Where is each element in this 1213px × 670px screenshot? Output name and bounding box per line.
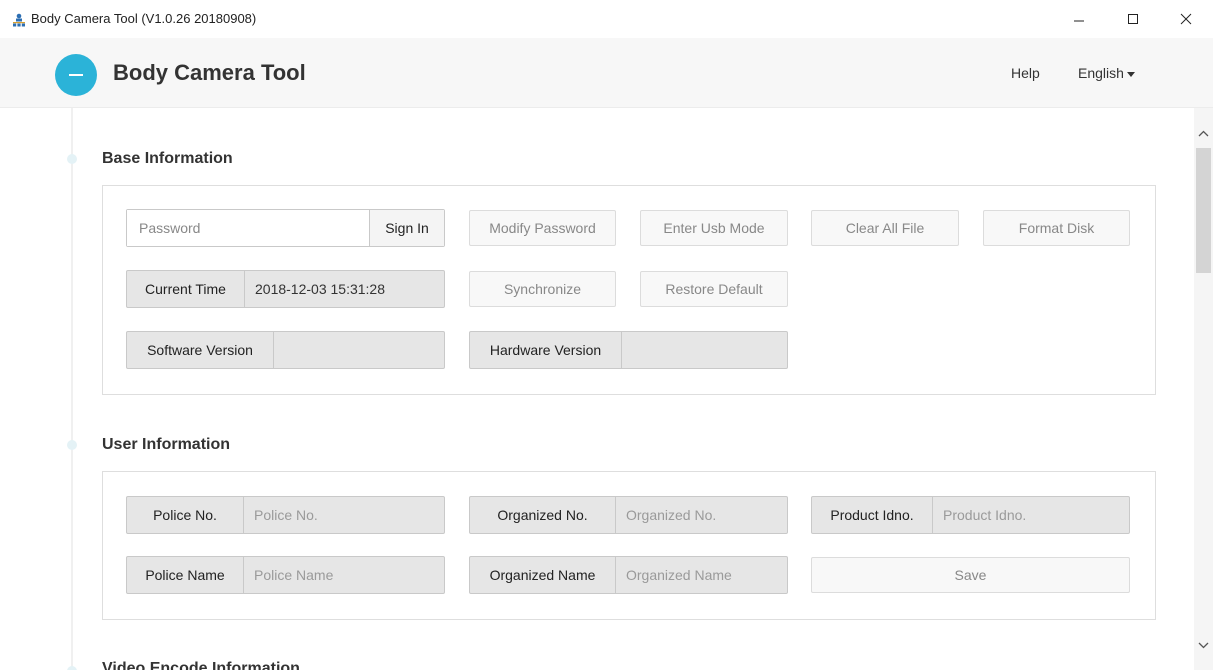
vertical-scrollbar[interactable]	[1194, 108, 1213, 670]
synchronize-button[interactable]: Synchronize	[469, 271, 616, 307]
caret-down-icon	[1126, 71, 1135, 77]
police-no-placeholder: Police No.	[254, 507, 318, 523]
hardware-version-field: Hardware Version	[469, 331, 788, 369]
organized-no-label: Organized No.	[470, 497, 616, 533]
organized-name-label: Organized Name	[470, 557, 616, 593]
chevron-up-icon	[1198, 130, 1209, 136]
software-version-label: Software Version	[127, 332, 274, 368]
sign-in-button[interactable]: Sign In	[369, 210, 444, 246]
police-name-placeholder: Police Name	[254, 567, 334, 583]
maximize-icon	[1128, 14, 1138, 24]
product-idno-input[interactable]: Product Idno.	[933, 497, 1129, 533]
hardware-version-label: Hardware Version	[470, 332, 622, 368]
timeline-dot	[67, 440, 77, 450]
police-name-label: Police Name	[127, 557, 244, 593]
software-version-field: Software Version	[126, 331, 445, 369]
scroll-down-button[interactable]	[1194, 635, 1213, 655]
help-link[interactable]: Help	[1011, 65, 1040, 81]
close-button[interactable]	[1163, 0, 1209, 38]
timeline-dot	[67, 666, 77, 670]
organized-name-placeholder: Organized Name	[626, 567, 732, 583]
police-no-input[interactable]: Police No.	[244, 497, 444, 533]
product-idno-field: Product Idno. Product Idno.	[811, 496, 1130, 534]
police-no-field: Police No. Police No.	[126, 496, 445, 534]
password-input[interactable]	[127, 210, 369, 246]
section-title-user-information: User Information	[102, 436, 231, 453]
scroll-up-button[interactable]	[1194, 123, 1213, 143]
section-title-video-encode-information: Video Encode Information	[102, 660, 300, 670]
restore-default-button[interactable]: Restore Default	[640, 271, 788, 307]
organized-name-field: Organized Name Organized Name	[469, 556, 788, 594]
current-time-value: 2018-12-03 15:31:28	[255, 281, 385, 297]
clear-all-file-button[interactable]: Clear All File	[811, 210, 959, 246]
modify-password-button[interactable]: Modify Password	[469, 210, 616, 246]
organized-no-placeholder: Organized No.	[626, 507, 717, 523]
password-group: Sign In	[126, 209, 445, 247]
close-icon	[1180, 13, 1192, 25]
people-network-icon	[13, 13, 25, 27]
main-content: Base Information Sign In Modify Password…	[0, 108, 1194, 670]
organized-no-field: Organized No. Organized No.	[469, 496, 788, 534]
section-title-base-information: Base Information	[102, 150, 233, 167]
scrollbar-thumb[interactable]	[1196, 148, 1211, 273]
hardware-version-value	[622, 332, 787, 368]
format-disk-button[interactable]: Format Disk	[983, 210, 1130, 246]
window-title-bar: Body Camera Tool (V1.0.26 20180908)	[0, 0, 1213, 38]
current-time-field: Current Time 2018-12-03 15:31:28	[126, 270, 445, 308]
current-time-label: Current Time	[127, 271, 245, 307]
base-information-panel: Sign In Modify Password Enter Usb Mode C…	[102, 185, 1156, 395]
minimize-button[interactable]	[1056, 0, 1102, 38]
chevron-down-icon	[1198, 642, 1209, 648]
language-dropdown[interactable]: English	[1078, 65, 1135, 81]
app-header: Body Camera Tool Help English	[0, 38, 1213, 108]
user-information-panel: Police No. Police No. Organized No. Orga…	[102, 471, 1156, 620]
enter-usb-mode-button[interactable]: Enter Usb Mode	[640, 210, 788, 246]
software-version-value	[274, 332, 444, 368]
organized-no-input[interactable]: Organized No.	[616, 497, 787, 533]
police-no-label: Police No.	[127, 497, 244, 533]
minimize-icon	[1074, 20, 1084, 22]
app-logo-icon	[55, 54, 97, 96]
police-name-field: Police Name Police Name	[126, 556, 445, 594]
timeline-dot	[67, 154, 77, 164]
window-title: Body Camera Tool (V1.0.26 20180908)	[31, 11, 257, 26]
maximize-button[interactable]	[1110, 0, 1156, 38]
save-button[interactable]: Save	[811, 557, 1130, 593]
app-brand-title: Body Camera Tool	[113, 60, 306, 85]
product-idno-label: Product Idno.	[812, 497, 933, 533]
product-idno-placeholder: Product Idno.	[943, 507, 1027, 523]
language-label: English	[1078, 65, 1124, 81]
police-name-input[interactable]: Police Name	[244, 557, 444, 593]
timeline-line	[71, 108, 73, 670]
organized-name-input[interactable]: Organized Name	[616, 557, 787, 593]
